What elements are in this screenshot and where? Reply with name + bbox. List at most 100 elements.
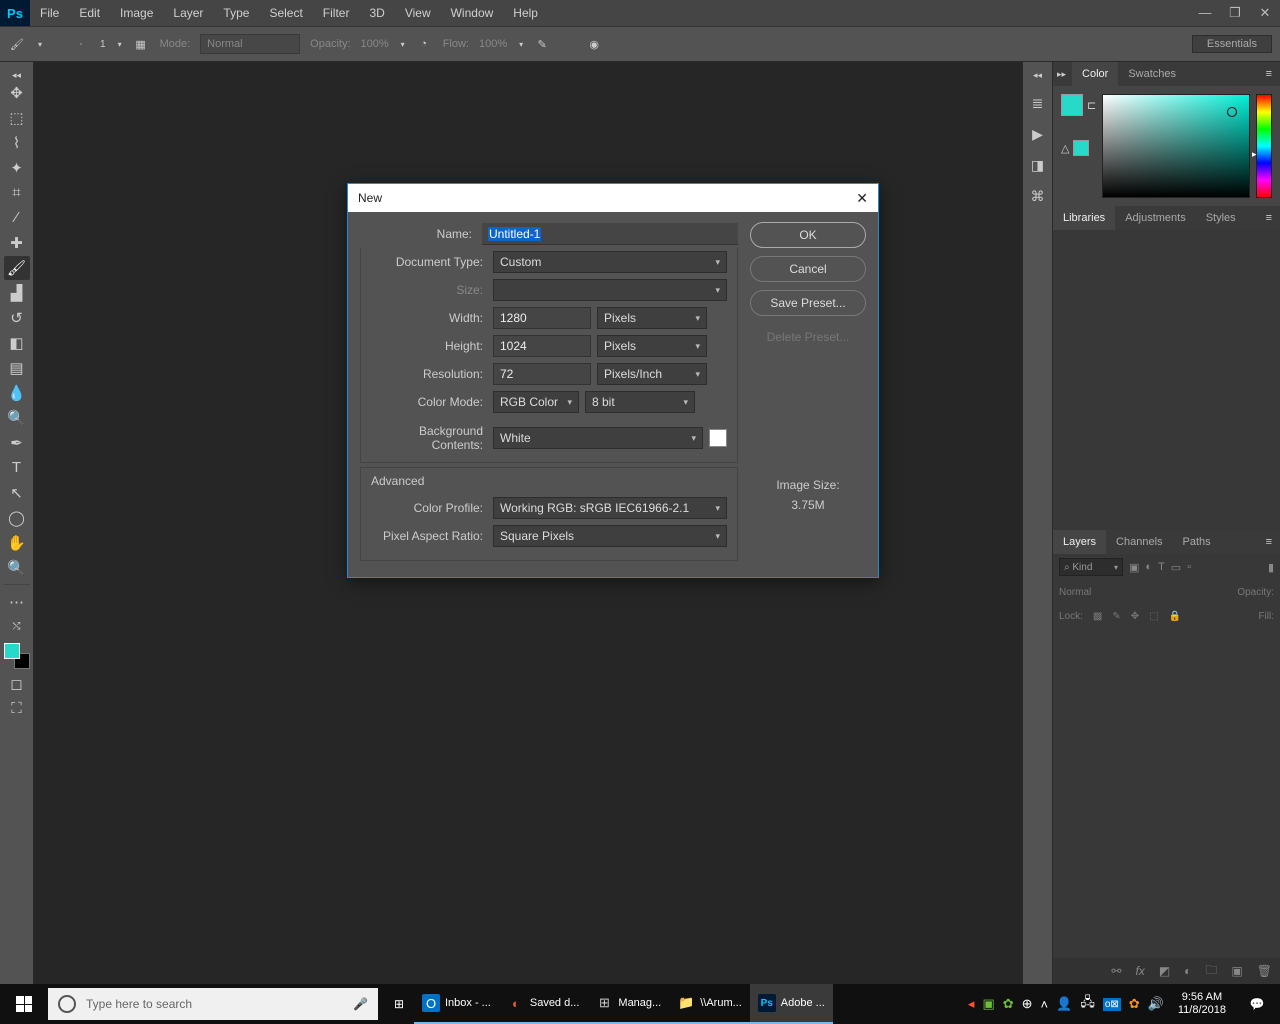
close-icon[interactable]: ✕ [1250, 5, 1280, 21]
lock-brush-icon[interactable]: ✎ [1112, 611, 1120, 622]
lock-artboard-icon[interactable]: ⬚ [1149, 611, 1158, 622]
colordepth-select[interactable]: 8 bit▾ [585, 391, 695, 413]
panel-menu-icon[interactable]: ≡ [1258, 212, 1280, 224]
link-layers-icon[interactable]: ⚯ [1111, 964, 1121, 978]
bg-colorchip[interactable] [709, 429, 727, 447]
volume-icon[interactable]: 🔊 [1148, 996, 1164, 1012]
background-swatch[interactable] [1073, 140, 1089, 156]
taskbar-app-folder[interactable]: 📁\\Arum... [669, 984, 750, 1024]
history-icon[interactable]: ≣ [1032, 95, 1044, 112]
menu-type[interactable]: Type [213, 0, 259, 26]
history-brush-tool[interactable]: ↺ [4, 306, 30, 330]
healing-tool[interactable]: ✚ [4, 231, 30, 255]
par-select[interactable]: Square Pixels▾ [493, 525, 727, 547]
pen-tool[interactable]: ✒ [4, 431, 30, 455]
more-tools[interactable]: ⋯ [4, 590, 30, 614]
menu-filter[interactable]: Filter [313, 0, 360, 26]
hue-slider[interactable]: ▸ [1256, 94, 1272, 198]
properties-icon[interactable]: ◨ [1031, 157, 1044, 174]
menu-view[interactable]: View [395, 0, 441, 26]
glyph-icon[interactable]: ⌘ [1031, 188, 1045, 205]
blur-tool[interactable]: 💧 [4, 381, 30, 405]
lock-all-icon[interactable]: 🔒 [1169, 611, 1181, 622]
path-select-tool[interactable]: ↖ [4, 481, 30, 505]
mic-icon[interactable]: 🎤 [353, 997, 368, 1011]
name-input[interactable]: Untitled-1 [482, 223, 738, 245]
collapse-icon[interactable]: ◂◂ [12, 70, 21, 80]
quick-select-tool[interactable]: ✦ [4, 156, 30, 180]
marquee-tool[interactable]: ⬚ [4, 106, 30, 130]
chevron-down-icon[interactable]: ▾ [38, 40, 42, 49]
swap-colors-icon[interactable]: ⤭ [4, 615, 30, 639]
tab-adjustments[interactable]: Adjustments [1115, 206, 1196, 230]
foreground-color-swatch[interactable] [4, 643, 20, 659]
search-box[interactable]: Type here to search 🎤 [48, 988, 378, 1020]
close-icon[interactable]: ✕ [856, 190, 868, 207]
menu-layer[interactable]: Layer [163, 0, 213, 26]
people-icon[interactable]: 👤 [1056, 996, 1072, 1012]
pressure-size-icon[interactable]: ◉ [585, 35, 603, 53]
eraser-tool[interactable]: ◧ [4, 331, 30, 355]
dodge-tool[interactable]: 🔍 [4, 406, 30, 430]
ok-button[interactable]: OK [750, 222, 866, 248]
fx-icon[interactable]: fx [1135, 964, 1144, 978]
tab-color[interactable]: Color [1072, 62, 1118, 86]
dialog-titlebar[interactable]: New ✕ [348, 184, 878, 212]
gradient-tool[interactable]: ▤ [4, 356, 30, 380]
foreground-swatch[interactable] [1061, 94, 1083, 116]
cancel-button[interactable]: Cancel [750, 256, 866, 282]
brush-dot-icon[interactable]: · [72, 35, 90, 53]
menu-image[interactable]: Image [110, 0, 163, 26]
screenmode-tool[interactable]: ⛶ [4, 697, 30, 721]
tab-channels[interactable]: Channels [1106, 530, 1172, 554]
clock[interactable]: 9:56 AM11/8/2018 [1172, 991, 1232, 1017]
notifications-icon[interactable]: 💬 [1240, 984, 1274, 1024]
delete-icon[interactable]: 🗑 [1257, 964, 1272, 978]
maximize-icon[interactable]: ❐ [1220, 5, 1250, 21]
workspace-switcher[interactable]: Essentials [1192, 35, 1272, 53]
move-tool[interactable]: ✥ [4, 81, 30, 105]
start-button[interactable] [0, 984, 48, 1024]
adjustment-icon[interactable]: ◐ [1184, 964, 1191, 978]
menu-file[interactable]: File [30, 0, 69, 26]
taskbar-app-outlook[interactable]: OInbox - ... [414, 984, 499, 1024]
tab-paths[interactable]: Paths [1173, 530, 1221, 554]
foreground-background-colors[interactable] [2, 641, 32, 671]
color-field[interactable] [1102, 94, 1250, 198]
brush-tool[interactable]: 🖌 [4, 256, 30, 280]
quickmask-tool[interactable]: ◻ [4, 672, 30, 696]
tray-up-icon[interactable]: ˄ [1041, 997, 1049, 1012]
warning-icon[interactable]: △ [1061, 142, 1069, 155]
tab-swatches[interactable]: Swatches [1118, 62, 1186, 86]
taskbar-app-saved[interactable]: ◐Saved d... [499, 984, 588, 1024]
pressure-opacity-icon[interactable]: ◔ [415, 35, 433, 53]
zoom-tool[interactable]: 🔍 [4, 556, 30, 580]
filter-adjust-icon[interactable]: ◐ [1145, 561, 1152, 573]
lock-pos-icon[interactable]: ✥ [1131, 611, 1139, 622]
network-icon[interactable]: 🖧 [1080, 993, 1095, 1015]
actions-icon[interactable]: ▶ [1032, 126, 1043, 143]
mode-select[interactable]: Normal [200, 34, 300, 54]
eyedropper-tool[interactable]: ⁄ [4, 206, 30, 230]
group-icon[interactable]: 🗀 [1205, 961, 1217, 982]
brush-panel-icon[interactable]: ▦ [132, 35, 150, 53]
lasso-tool[interactable]: ⌇ [4, 131, 30, 155]
layer-filter-select[interactable]: ⌕ Kind▾ [1059, 558, 1123, 576]
menu-window[interactable]: Window [441, 0, 504, 26]
hue-marker[interactable]: ▸ [1252, 149, 1257, 160]
collapse-icon[interactable]: ▸▸ [1053, 69, 1072, 80]
size-select[interactable]: ▾ [493, 279, 727, 301]
filter-shape-icon[interactable]: ▭ [1171, 561, 1181, 574]
height-input[interactable]: 1024 [493, 335, 591, 357]
save-preset-button[interactable]: Save Preset... [750, 290, 866, 316]
width-unit-select[interactable]: Pixels▾ [597, 307, 707, 329]
blend-mode-select[interactable]: Normal [1059, 587, 1169, 598]
tray-icon[interactable]: ▣ [982, 996, 994, 1012]
hand-tool[interactable]: ✋ [4, 531, 30, 555]
tab-layers[interactable]: Layers [1053, 530, 1106, 554]
chevron-down-icon[interactable]: ▾ [401, 40, 405, 49]
resolution-unit-select[interactable]: Pixels/Inch▾ [597, 363, 707, 385]
filter-type-icon[interactable]: T [1158, 561, 1165, 573]
tray-icon[interactable]: ⊕ [1022, 996, 1033, 1012]
color-cursor[interactable] [1227, 107, 1237, 117]
